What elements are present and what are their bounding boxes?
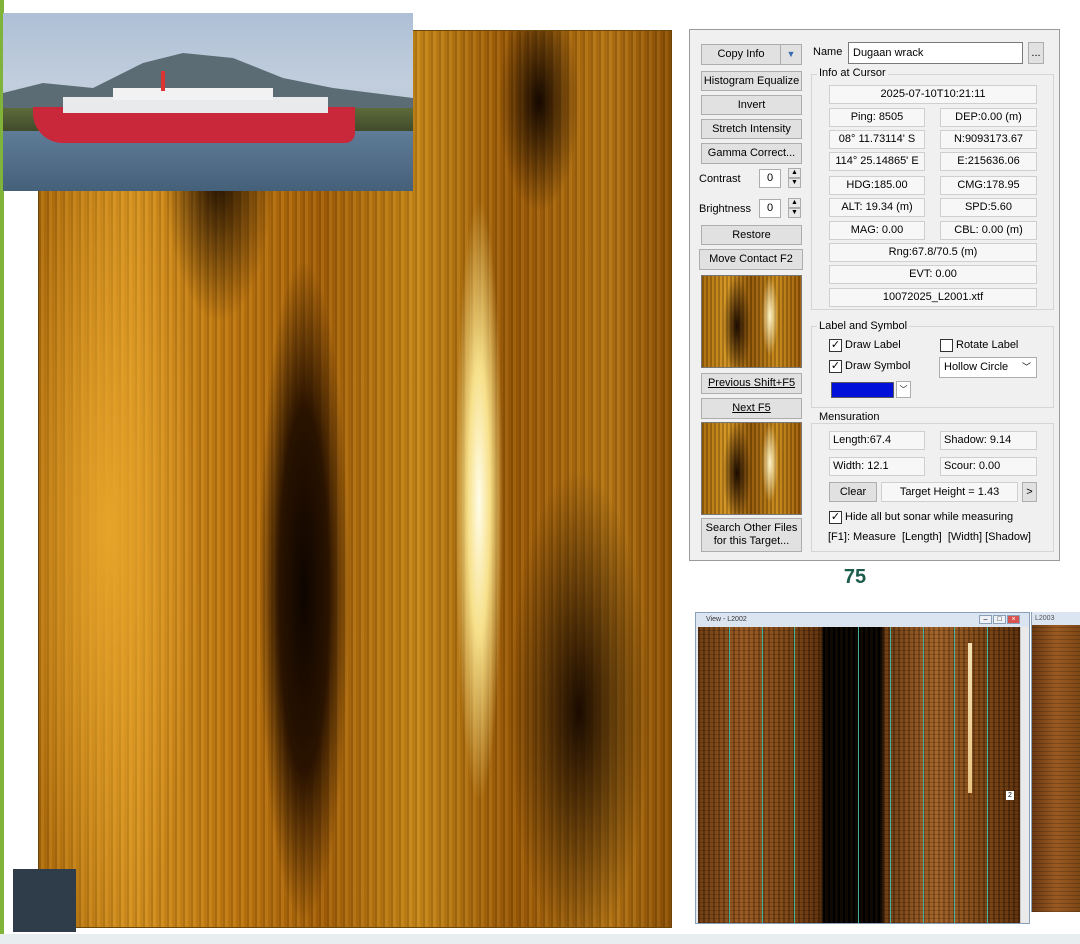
cmg-field: CMG:178.95 (940, 176, 1037, 195)
length-field: Length:67.4 (829, 431, 925, 450)
ferry-mast (161, 71, 165, 91)
longitude-field: 114° 25.14865' E (829, 152, 925, 171)
contrast-label: Contrast (699, 173, 741, 185)
chevron-down-icon: ﹀ (1021, 362, 1031, 372)
draw-symbol-checkbox[interactable]: ✓ (829, 360, 842, 373)
name-label: Name (813, 46, 843, 58)
file-field: 10072025_L2001.xtf (829, 288, 1037, 307)
scour-field: Scour: 0.00 (940, 457, 1037, 476)
target-thumbnail-next (701, 422, 802, 515)
label-symbol-title: Label and Symbol (817, 320, 910, 332)
info-at-cursor-title: Info at Cursor (817, 67, 888, 79)
search-other-line1: Search Other Files (705, 522, 798, 534)
copy-info-label: Copy Info (717, 48, 765, 60)
shadow-field: Shadow: 9.14 (940, 431, 1037, 450)
vertical-scrollbar[interactable] (1020, 627, 1029, 923)
draw-label-checkbox[interactable]: ✓ (829, 339, 842, 352)
previous-button[interactable]: Previous Shift+F5 (701, 373, 802, 394)
color-dropdown-button[interactable]: ﹀ (896, 381, 911, 398)
name-browse-button[interactable]: ... (1028, 42, 1044, 64)
shortcut-help-text: [F1]: Measure [Length] [Width] [Shadow] (828, 531, 1031, 543)
brightness-up-icon[interactable]: ▲ (788, 198, 801, 208)
ping-field: Ping: 8505 (829, 108, 925, 127)
view-window: View - L2002 – □ × 2 (695, 612, 1030, 924)
next-button[interactable]: Next F5 (701, 398, 802, 419)
range-field: Rng:67.8/70.5 (m) (829, 243, 1037, 262)
ferry-upper-deck (113, 88, 273, 100)
draw-label-text: Draw Label (845, 339, 901, 351)
grid-line (890, 627, 891, 923)
search-other-line2: for this Target... (713, 535, 790, 547)
second-view-window-titlebar: L2003 (1032, 612, 1080, 625)
contrast-input[interactable]: 0 (759, 169, 781, 188)
grid-line (954, 627, 955, 923)
target-height-field: Target Height = 1.43 (881, 482, 1018, 502)
grid-line (794, 627, 795, 923)
close-icon[interactable]: × (1007, 615, 1020, 624)
contrast-up-icon[interactable]: ▲ (788, 168, 801, 178)
altitude-field: ALT: 19.34 (m) (829, 198, 925, 217)
brightness-stepper[interactable]: ▲ ▼ (788, 198, 801, 219)
second-view-window: L2003 (1031, 612, 1080, 912)
minimize-icon[interactable]: – (979, 615, 992, 624)
brightness-down-icon[interactable]: ▼ (788, 208, 801, 218)
contrast-stepper[interactable]: ▲ ▼ (788, 168, 801, 189)
timestamp-field: 2025-07-10T10:21:11 (829, 85, 1037, 104)
restore-button[interactable]: Restore (701, 225, 802, 245)
copy-info-button[interactable]: Copy Info ▼ (701, 44, 802, 65)
second-view-window-title: L2003 (1035, 615, 1055, 622)
grid-line (762, 627, 763, 923)
grid-line (923, 627, 924, 923)
speed-field: SPD:5.60 (940, 198, 1037, 217)
invert-button[interactable]: Invert (701, 95, 802, 115)
search-other-files-button[interactable]: Search Other Files for this Target... (701, 518, 802, 552)
target-info-panel: Copy Info ▼ Histogram Equalize Invert St… (689, 29, 1060, 561)
mensuration-title: Mensuration (817, 411, 882, 423)
rotate-label-checkbox[interactable] (940, 339, 953, 352)
maximize-icon[interactable]: □ (993, 615, 1006, 624)
mag-field: MAG: 0.00 (829, 221, 925, 240)
grid-line (987, 627, 988, 923)
symbol-type-value: Hollow Circle (944, 361, 1009, 373)
hide-all-checkbox[interactable]: ✓ (829, 511, 842, 524)
heading-field: HDG:185.00 (829, 176, 925, 195)
view-window-title: View - L2002 (706, 616, 747, 623)
page-number: 75 (843, 566, 867, 588)
cbl-field: CBL: 0.00 (m) (940, 221, 1037, 240)
symbol-type-select[interactable]: Hollow Circle ﹀ (939, 357, 1037, 378)
target-bright-streak (968, 643, 972, 793)
dep-field: DEP:0.00 (m) (940, 108, 1037, 127)
histogram-equalize-button[interactable]: Histogram Equalize (701, 71, 802, 91)
easting-field: E:215636.06 (940, 152, 1037, 171)
event-field: EVT: 0.00 (829, 265, 1037, 284)
bottom-strip (0, 934, 1080, 944)
copy-info-dropdown-icon[interactable]: ▼ (780, 45, 801, 64)
latitude-field: 08° 11.73114' S (829, 130, 925, 149)
stretch-intensity-button[interactable]: Stretch Intensity (701, 119, 802, 139)
gamma-correct-button[interactable]: Gamma Correct... (701, 143, 802, 164)
hide-all-text: Hide all but sonar while measuring (845, 511, 1014, 523)
width-field: Width: 12.1 (829, 457, 925, 476)
target-height-arrow-button[interactable]: > (1022, 482, 1037, 502)
grid-line (729, 627, 730, 923)
contrast-down-icon[interactable]: ▼ (788, 178, 801, 188)
target-marker[interactable]: 2 (1006, 791, 1014, 800)
northing-field: N:9093173.67 (940, 130, 1037, 149)
brightness-input[interactable]: 0 (759, 199, 781, 218)
grid-line (858, 627, 859, 923)
brightness-label: Brightness (699, 203, 751, 215)
target-thumbnail-previous (701, 275, 802, 368)
ferry-photo (3, 13, 413, 191)
draw-symbol-text: Draw Symbol (845, 360, 911, 372)
clear-button[interactable]: Clear (829, 482, 877, 502)
move-contact-button[interactable]: Move Contact F2 (699, 249, 803, 270)
dark-square-thumbnail (13, 869, 76, 932)
symbol-color-swatch[interactable] (831, 382, 894, 398)
rotate-label-text: Rotate Label (956, 339, 1019, 351)
name-input[interactable]: Dugaan wrack (848, 42, 1023, 64)
